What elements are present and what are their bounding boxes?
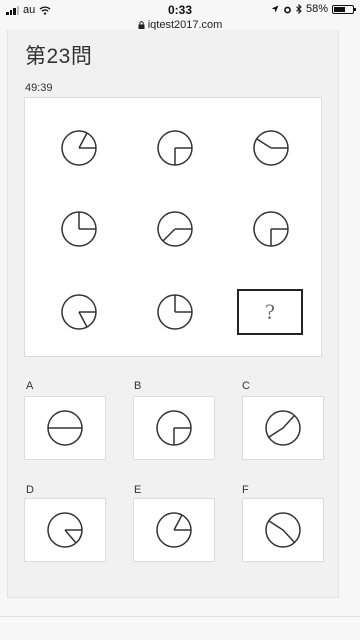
- clock-figure: [265, 512, 301, 548]
- clock-figure: [59, 209, 99, 249]
- clock-figure: [59, 128, 99, 168]
- clock-figure: [156, 410, 192, 446]
- countdown-timer: 49:39: [25, 82, 53, 94]
- answer-option-d[interactable]: [24, 498, 106, 562]
- option-label-d: D: [26, 484, 34, 496]
- answer-option-a[interactable]: [24, 396, 106, 460]
- location-arrow-icon: [271, 5, 279, 13]
- answer-option-f[interactable]: [242, 498, 324, 562]
- option-label-f: F: [242, 484, 249, 496]
- clock-figure: [47, 410, 83, 446]
- question-card: 第23問 49:39 ? A B C D E F: [7, 30, 339, 598]
- alarm-icon: [284, 6, 291, 13]
- answer-option-e[interactable]: [133, 498, 215, 562]
- clock-figure: [47, 512, 83, 548]
- option-label-c: C: [242, 380, 250, 392]
- question-title: 第23問: [25, 45, 93, 68]
- battery-percent: 58%: [305, 3, 328, 15]
- option-label-a: A: [26, 380, 34, 392]
- option-label-e: E: [134, 484, 142, 496]
- answer-option-c[interactable]: [242, 396, 324, 460]
- puzzle-grid: ?: [24, 97, 322, 357]
- clock-figure: [155, 292, 195, 332]
- clock-figure: [251, 128, 291, 168]
- answer-option-b[interactable]: [133, 396, 215, 460]
- status-right: 58%: [271, 3, 356, 15]
- page-divider: [0, 616, 360, 617]
- clock-figure: [59, 292, 99, 332]
- clock-figure: [251, 209, 291, 249]
- missing-figure-box: ?: [237, 289, 303, 335]
- clock-figure: [155, 209, 195, 249]
- option-label-b: B: [134, 380, 142, 392]
- bluetooth-icon: [296, 4, 302, 14]
- lock-icon: [138, 21, 145, 29]
- battery-icon: [332, 4, 356, 14]
- clock-figure: [156, 512, 192, 548]
- clock-figure: [265, 410, 301, 446]
- clock-figure: [155, 128, 195, 168]
